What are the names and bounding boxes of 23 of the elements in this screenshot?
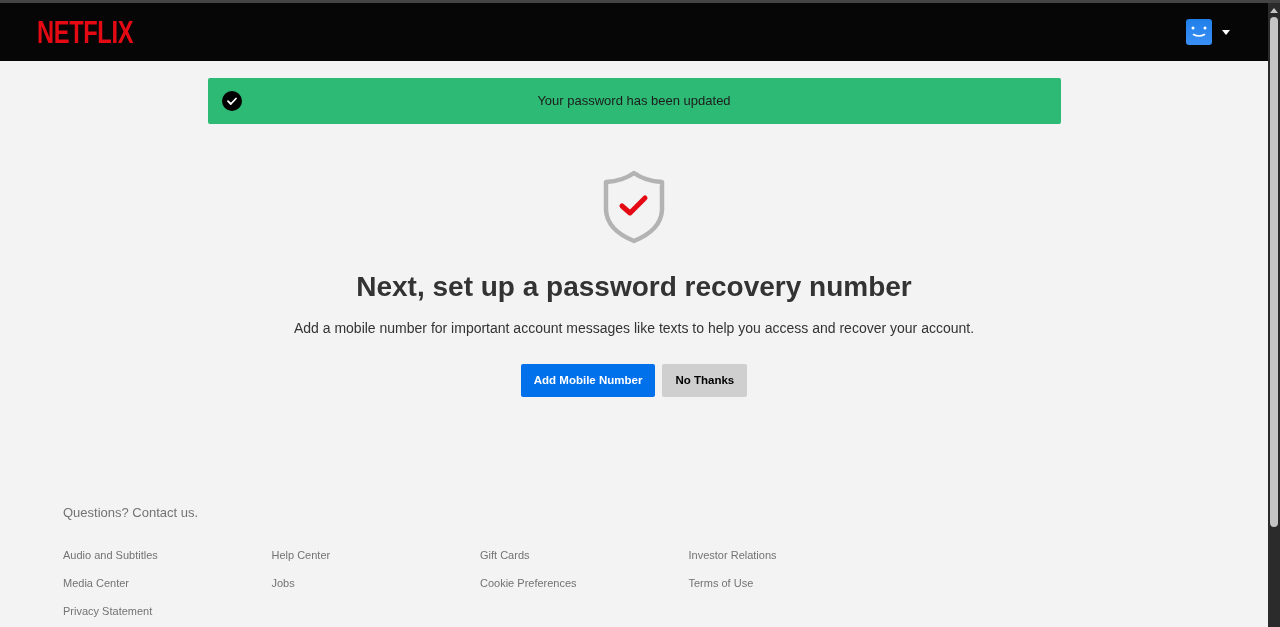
footer-link[interactable]: Cookie Preferences xyxy=(480,575,577,591)
alert-message: Your password has been updated xyxy=(537,92,731,111)
caret-icon[interactable] xyxy=(1222,29,1230,35)
footer-link[interactable]: Investor Relations xyxy=(688,547,777,563)
description-text: Add a mobile number for important account messages like texts to help you access and recover your account. xyxy=(293,319,975,338)
scroll-up-arrow-icon[interactable] xyxy=(1270,8,1278,13)
footer-link[interactable]: Media Center xyxy=(63,575,130,591)
footer-link[interactable]: Terms of Use xyxy=(688,575,754,591)
footer-link[interactable]: Audio and Subtitles xyxy=(63,547,158,563)
add-number-button[interactable]: Add Mobile Number xyxy=(520,364,656,397)
contact-text: Questions? Contact us. xyxy=(63,504,200,522)
footer-link[interactable]: Gift Cards xyxy=(480,547,530,563)
footer-link[interactable]: Help Center xyxy=(271,547,331,563)
check-circle-icon xyxy=(221,91,242,111)
page-heading: Next, set up a password recovery number xyxy=(356,270,912,304)
logo[interactable]: NETFLIX xyxy=(37,17,134,47)
footer-link[interactable]: Privacy Statement xyxy=(63,603,153,619)
footer-link[interactable]: Jobs xyxy=(271,575,295,591)
scrollbar[interactable] xyxy=(1268,3,1280,627)
dismiss-button[interactable]: No Thanks xyxy=(662,364,748,397)
avatar-icon[interactable] xyxy=(1186,19,1212,45)
scrollbar-thumb[interactable] xyxy=(1270,17,1278,527)
shield-check-icon xyxy=(603,170,665,244)
